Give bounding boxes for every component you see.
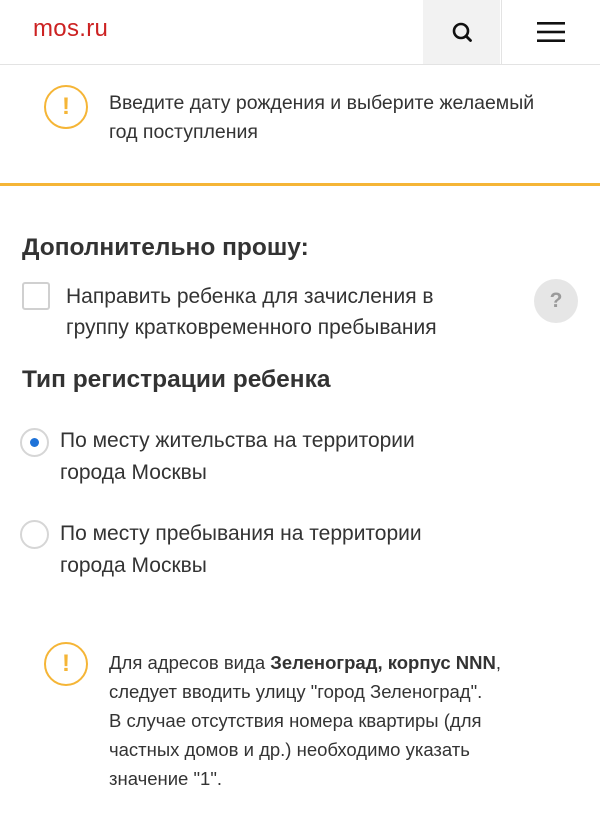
radio-label-line: По месту жительства на территории — [60, 429, 415, 452]
radio-residence-label[interactable]: По месту жительства на территории города… — [60, 425, 500, 489]
warning-divider — [0, 183, 600, 186]
warning-line: Введите дату рождения и выберите желаемы… — [109, 92, 535, 114]
help-icon[interactable]: ? — [534, 279, 578, 323]
zelenograd-address-hint: Для адресов вида Зеленоград, корпус NNN,… — [109, 648, 579, 793]
additional-request-title: Дополнительно прошу: — [22, 234, 309, 261]
site-logo[interactable]: mos.ru — [33, 15, 108, 43]
checkbox-label-line: группу кратковременного пребывания — [66, 316, 437, 339]
search-icon — [452, 22, 472, 42]
radio-selected-dot — [30, 438, 39, 447]
radio-residence[interactable] — [20, 428, 49, 457]
short-stay-group-checkbox[interactable] — [22, 282, 50, 310]
hint-prefix: Для адресов вида — [109, 652, 271, 673]
warning-line: год поступления — [109, 121, 258, 143]
warning-icon: ! — [44, 642, 88, 686]
menu-button[interactable] — [501, 0, 600, 64]
warning-icon: ! — [44, 85, 88, 129]
radio-label-line: города Москвы — [60, 461, 207, 484]
radio-temporary-stay[interactable] — [20, 520, 49, 549]
hint-line: В случае отсутствия номера квартиры (для — [109, 710, 482, 731]
radio-temporary-stay-label[interactable]: По месту пребывания на территории города… — [60, 518, 500, 582]
hint-line: частных домов и др.) необходимо указать — [109, 739, 470, 760]
radio-label-line: города Москвы — [60, 554, 207, 577]
radio-label-line: По месту пребывания на территории — [60, 522, 422, 545]
hint-suffix: , — [495, 652, 501, 673]
hint-line: следует вводить улицу "город Зеленоград"… — [109, 681, 483, 702]
site-header: mos.ru — [0, 0, 600, 65]
warning-message: Введите дату рождения и выберите желаемы… — [109, 89, 534, 147]
search-button[interactable] — [423, 0, 500, 64]
hamburger-menu-icon — [537, 22, 565, 42]
registration-type-title: Тип регистрации ребенка — [22, 366, 331, 393]
short-stay-group-label[interactable]: Направить ребенка для зачисления в групп… — [66, 281, 506, 343]
hint-bold: Зеленоград, корпус NNN — [270, 652, 496, 673]
checkbox-label-line: Направить ребенка для зачисления в — [66, 285, 434, 308]
hint-line: значение "1". — [109, 768, 223, 789]
hint-line: Для адресов вида Зеленоград, корпус NNN, — [109, 648, 579, 677]
